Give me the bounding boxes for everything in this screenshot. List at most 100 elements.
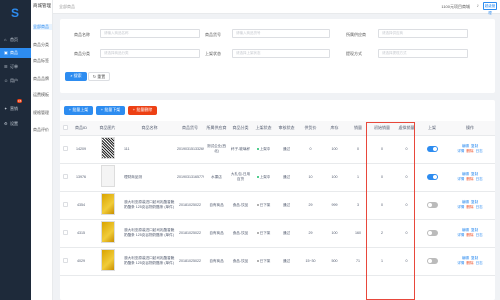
copy-link[interactable]: 复制: [471, 200, 478, 204]
supplier-select[interactable]: 请选择供应商: [378, 29, 468, 38]
category-select[interactable]: 请选择商品分类: [100, 49, 200, 58]
edit-link[interactable]: 编辑: [462, 228, 469, 232]
nav-item-users[interactable]: ☺ 用户: [0, 76, 31, 86]
edit-link[interactable]: 编辑: [462, 172, 469, 176]
user-menu-button[interactable]: 超级管理: [483, 2, 497, 15]
sub-item[interactable]: 商品标签: [33, 58, 52, 64]
goods-sales: 1: [346, 163, 370, 192]
log-link[interactable]: 日志: [476, 177, 483, 181]
shelf-toggle[interactable]: [426, 146, 438, 152]
sub-item[interactable]: 规格管理: [33, 110, 52, 116]
batch-on-button[interactable]: + 批量上架: [64, 106, 93, 115]
edit-link[interactable]: 编辑: [462, 256, 469, 260]
goods-image-cell: [92, 247, 123, 276]
nav-item-orders[interactable]: ☰ 订单: [0, 62, 31, 72]
sub-item[interactable]: 商品评价: [33, 127, 52, 133]
shelf-toggle-cell: [419, 135, 445, 164]
nav-item-settings[interactable]: ⚙ 设置: [0, 119, 31, 129]
row-checkbox[interactable]: [62, 201, 68, 207]
sub-item[interactable]: 运费模板: [33, 92, 52, 98]
breadcrumb[interactable]: 全部商品: [59, 4, 75, 10]
copy-link[interactable]: 复制: [471, 256, 478, 260]
goods-name: 澳大利亚原装进口起司乳酪香脆奶酪条 125克谷物奶酪条 (单件): [123, 191, 176, 220]
status-dot-icon: [256, 231, 259, 234]
detail-link[interactable]: 详情: [457, 177, 464, 181]
shelf-toggle-cell: [419, 219, 445, 248]
sub-item[interactable]: 商品分类: [33, 42, 52, 48]
detail-link[interactable]: 详情: [457, 261, 464, 265]
row-select-cell[interactable]: [60, 163, 70, 192]
edit-link[interactable]: 编辑: [462, 144, 469, 148]
column-header: 商品货号: [176, 121, 204, 136]
detail-link[interactable]: 详情: [457, 233, 464, 237]
table-header: 商品ID 商品图片 商品名称 商品货号 所属供应商 商品分类 上架状态 审核状态 供货价 库存 销量…: [60, 121, 495, 136]
table-row: 4315 澳大利亚原装进口起司乳酪香脆奶酪条 125克谷物奶酪条 (单件) 2018…: [60, 219, 495, 248]
bell-icon[interactable]: ♪: [477, 3, 480, 9]
log-link[interactable]: 日志: [476, 233, 483, 237]
nav-item-home[interactable]: ⌂ 首页: [0, 35, 31, 45]
goods-icon: ▣: [4, 50, 8, 55]
select-all-checkbox[interactable]: [62, 124, 68, 130]
nav-label: 订单: [10, 64, 18, 69]
detail-link[interactable]: 详情: [457, 149, 464, 153]
column-header: 销量: [346, 121, 370, 136]
sub-item[interactable]: 全部商品: [33, 24, 52, 30]
shelf-toggle-cell: [419, 191, 445, 220]
status-dot-icon: [256, 147, 259, 150]
row-checkbox[interactable]: [62, 229, 68, 235]
status-select[interactable]: 请选择上架状态: [232, 49, 330, 58]
sub-item[interactable]: 商品品牌: [33, 76, 52, 82]
goods-name-input[interactable]: 请输入商品名称: [100, 29, 200, 38]
goods-audit: 通过: [275, 219, 298, 248]
delete-link[interactable]: 删除: [466, 261, 473, 265]
row-select-cell[interactable]: [60, 219, 70, 248]
row-checkbox[interactable]: [62, 145, 68, 151]
delete-link[interactable]: 删除: [466, 177, 473, 181]
goods-id: 4354: [70, 191, 92, 220]
column-header: 虚拟销量: [394, 121, 419, 136]
goods-virtual-sales: 0: [394, 247, 419, 276]
goods-name: 澳大利亚原装进口起司乳酪香脆奶酪条 125克谷物奶酪条 (单件): [123, 219, 176, 248]
batch-delete-button[interactable]: + 批量删除: [128, 106, 157, 115]
status-text: 已下架: [259, 202, 271, 207]
reset-button[interactable]: ↻ 重置: [88, 72, 110, 81]
log-link[interactable]: 日志: [476, 205, 483, 209]
log-link[interactable]: 日志: [476, 149, 483, 153]
store-info: 1100元项目商城: [441, 4, 470, 9]
row-checkbox[interactable]: [62, 173, 68, 179]
row-select-cell[interactable]: [60, 247, 70, 276]
shelf-toggle[interactable]: [426, 258, 438, 264]
copy-link[interactable]: 复制: [471, 144, 478, 148]
row-checkbox[interactable]: [62, 257, 68, 263]
row-select-cell[interactable]: [60, 135, 70, 164]
goods-sku: 20190313165779: [176, 163, 204, 192]
batch-off-button[interactable]: + 批量下架: [96, 106, 125, 115]
delete-link[interactable]: 删除: [466, 205, 473, 209]
log-link[interactable]: 日志: [476, 261, 483, 265]
delete-link[interactable]: 删除: [466, 149, 473, 153]
sub-nav: 商城管理 全部商品 商品分类 商品标签 商品品牌 运费模板 规格管理 商品评价: [31, 0, 53, 300]
withdraw-select[interactable]: 请选择提现方式: [378, 49, 468, 58]
order-icon: ☰: [4, 64, 8, 69]
copy-link[interactable]: 复制: [471, 172, 478, 176]
edit-link[interactable]: 编辑: [462, 200, 469, 204]
table-row: 13976 理财商品测 20190313165779 水果店 大礼包-日用百货 上架中 通过…: [60, 163, 495, 192]
table-panel: + 批量上架 + 批量下架 + 批量删除 商品ID 商品图片 商品名称 商品货号 所属供…: [60, 100, 495, 300]
goods-image: [100, 137, 115, 159]
shelf-toggle[interactable]: [426, 202, 438, 208]
goods-id: 4029: [70, 247, 92, 276]
copy-link[interactable]: 复制: [471, 228, 478, 232]
sku-input[interactable]: 请输入商品货号: [232, 29, 330, 38]
shelf-toggle[interactable]: [426, 230, 438, 236]
nav-item-goods[interactable]: ▣ 商品: [0, 48, 31, 58]
shelf-toggle[interactable]: [426, 174, 438, 180]
delete-link[interactable]: 删除: [466, 233, 473, 237]
notification-badge: 15: [17, 99, 23, 103]
row-select-cell[interactable]: [60, 191, 70, 220]
goods-status: 上架中: [252, 135, 275, 164]
goods-price: 29: [298, 219, 323, 248]
search-button[interactable]: ⌕ 搜索: [65, 72, 87, 81]
detail-link[interactable]: 详情: [457, 205, 464, 209]
select-all-header[interactable]: [60, 121, 70, 136]
nav-item-marketing[interactable]: ✦ 营销: [0, 104, 31, 114]
